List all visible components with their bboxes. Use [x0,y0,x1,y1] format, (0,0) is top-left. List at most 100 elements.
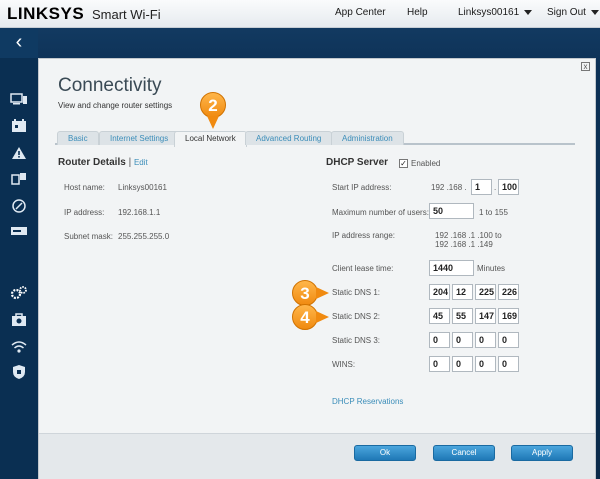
router-details-heading: Router Details | Edit [58,157,148,168]
start-ip-octet-4[interactable]: 100 [498,179,519,195]
tab-strip: Basic Internet Settings Local Network Ad… [55,131,575,147]
user-menu[interactable]: Linksys00161 [458,7,533,18]
help-link[interactable]: Help [407,7,428,18]
dns1-octet-2[interactable]: 12 [452,284,473,300]
tab-advanced-routing[interactable]: Advanced Routing [245,131,333,145]
lease-time-unit: Minutes [477,264,506,273]
wins-octet-3[interactable]: 0 [475,356,496,372]
gear-icon[interactable] [9,285,29,301]
separator: | [128,157,132,168]
ip-range-line-2: 192 .168 .1 .149 [435,240,493,249]
wins-octet-4[interactable]: 0 [498,356,519,372]
subnet-mask-value: 255.255.255.0 [118,232,170,241]
ip-address-value: 192.168.1.1 [118,208,161,217]
security-icon[interactable] [9,364,29,380]
speed-test-icon[interactable] [9,198,29,214]
callout-3: 3 [292,280,318,306]
warning-triangle-icon [12,147,26,159]
static-dns-2-label: Static DNS 2: [332,312,381,321]
wifi-icon [11,341,27,353]
host-name-label: Host name: [64,183,105,192]
wins-octet-1[interactable]: 0 [429,356,450,372]
devices-icon-svg [10,93,27,105]
calendar-icon [12,119,26,132]
dns3-octet-2[interactable]: 0 [452,332,473,348]
alert-icon[interactable] [9,146,29,162]
gauge-icon [12,199,26,213]
dns1-octet-3[interactable]: 225 [475,284,496,300]
dns2-octet-2[interactable]: 55 [452,308,473,324]
dns1-octet-4[interactable]: 226 [498,284,519,300]
parental-controls-icon[interactable] [9,119,29,135]
ip-range-line-1: 192 .168 .1 .100 to [435,231,502,240]
page-title: Connectivity [58,75,162,96]
lease-time-label: Client lease time: [332,264,394,273]
tab-basic[interactable]: Basic [57,131,99,145]
static-dns-1-label: Static DNS 1: [332,288,381,297]
wireless-icon[interactable] [9,340,29,356]
media-prioritization-icon[interactable] [9,172,29,188]
octet-separator: . [494,183,497,192]
product-name: Smart Wi-Fi [92,7,161,22]
router-details-title: Router Details [58,157,126,168]
start-ip-octet-3[interactable]: 1 [471,179,492,195]
media-icon [11,173,26,185]
max-users-input[interactable]: 50 [429,203,474,219]
max-users-range: 1 to 155 [479,208,508,217]
tab-local-network[interactable]: Local Network [174,131,247,147]
tab-administration[interactable]: Administration [331,131,404,145]
connectivity-panel: x Connectivity View and change router se… [38,58,596,479]
dns3-octet-4[interactable]: 0 [498,332,519,348]
start-ip-prefix: 192 .168 . [431,183,467,192]
page-subtitle: View and change router settings [58,101,173,110]
devices-icon[interactable] [9,92,29,108]
start-ip-label: Start IP address: [332,183,392,192]
ip-address-label: IP address: [64,208,105,217]
troubleshooting-icon[interactable] [9,313,29,329]
app-center-link[interactable]: App Center [335,7,386,18]
dhcp-enabled-label: Enabled [411,159,441,168]
edit-link[interactable]: Edit [134,158,148,167]
dns2-octet-3[interactable]: 147 [475,308,496,324]
sign-out-menu[interactable]: Sign Out [547,7,599,18]
chevron-down-icon [590,9,599,15]
external-storage-icon[interactable] [9,225,29,241]
storage-icon [11,227,27,235]
tab-internet-settings[interactable]: Internet Settings [99,131,180,145]
top-bar: LINKSYS Smart Wi-Fi App Center Help Link… [0,0,600,28]
user-name: Linksys00161 [458,7,520,18]
callout-4: 4 [292,304,318,330]
ip-range-label: IP address range: [332,231,396,240]
close-icon[interactable]: x [581,62,590,71]
host-name-value: Linksys00161 [118,183,167,192]
apply-button[interactable]: Apply [511,445,573,461]
callout-4-pointer [316,311,329,323]
subnet-mask-label: Subnet mask: [64,232,113,241]
dns3-octet-3[interactable]: 0 [475,332,496,348]
shield-icon [13,365,25,379]
dhcp-enabled-checkbox[interactable]: ✓ [399,159,408,168]
chevron-down-icon [524,9,533,15]
back-button[interactable]: ‹ [0,28,38,58]
lease-time-input[interactable]: 1440 [429,260,474,276]
callout-2-pointer [207,116,219,129]
chevron-left-icon: ‹ [15,31,23,53]
ok-button[interactable]: Ok [354,445,416,461]
callout-2: 2 [200,92,226,118]
callout-3-pointer [316,287,329,299]
dns2-octet-4[interactable]: 169 [498,308,519,324]
sign-out-label: Sign Out [547,7,586,18]
dhcp-server-heading: DHCP Server [326,157,389,168]
linksys-logo: LINKSYS [7,4,85,23]
gears-icon [10,286,27,300]
max-users-label: Maximum number of users: [332,208,429,217]
cancel-button[interactable]: Cancel [433,445,495,461]
dns1-octet-1[interactable]: 204 [429,284,450,300]
dns2-octet-1[interactable]: 45 [429,308,450,324]
wins-label: WINS: [332,360,356,369]
static-dns-3-label: Static DNS 3: [332,336,381,345]
wins-octet-2[interactable]: 0 [452,356,473,372]
dns3-octet-1[interactable]: 0 [429,332,450,348]
dhcp-reservations-link[interactable]: DHCP Reservations [332,397,403,406]
toolbox-icon [12,313,26,326]
